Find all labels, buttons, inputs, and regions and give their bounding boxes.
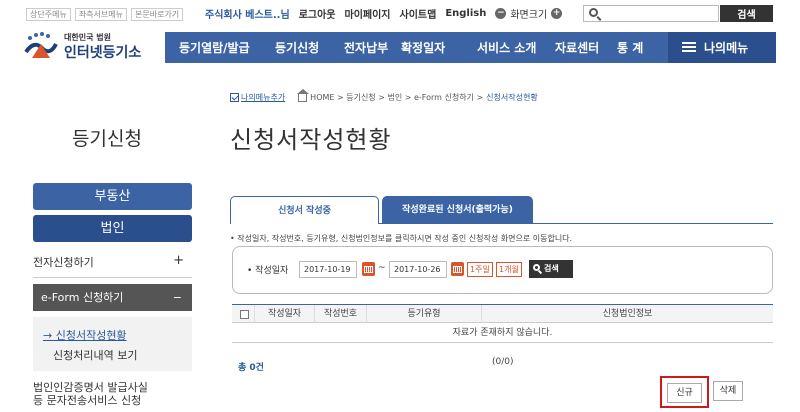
court-emblem-icon [24, 32, 58, 58]
new-button-highlight: 신규 [660, 376, 709, 408]
table-empty-row: 자료가 존재하지 않습니다. [232, 323, 773, 343]
sidebar-item-seal-sms-line2: 등 문자전송서비스 신청 [33, 394, 142, 407]
nav-item-e-payment[interactable]: 전자납부 [344, 39, 388, 56]
end-date-input[interactable]: 2017-10-26 [389, 261, 447, 278]
notice-text: • 작성일자, 작성번호, 등기유형, 신청법인정보를 클릭하시면 작성 중인 … [230, 234, 573, 243]
page-title: 신청서작성현황 [230, 126, 392, 154]
search-icon [533, 264, 540, 271]
delete-button[interactable]: 삭제 [713, 381, 743, 401]
zoom-control: − 화면크기 + [495, 6, 563, 21]
select-all-checkbox[interactable] [240, 310, 249, 319]
logo-name-text: 인터넷등기소 [64, 45, 142, 61]
zoom-in-icon[interactable]: + [551, 8, 563, 19]
logout-link[interactable]: 로그아웃 [299, 6, 336, 21]
nav-item-data-center[interactable]: 자료센터 [555, 39, 599, 56]
start-date-input[interactable]: 2017-10-19 [299, 261, 357, 278]
hamburger-icon [682, 42, 696, 53]
add-my-menu-link[interactable]: 나의메뉴추가 [230, 92, 285, 103]
submenu-item-history[interactable]: 신청처리내역 보기 [53, 347, 137, 363]
breadcrumb: 나의메뉴추가 HOME > 등기신청 > 법인 > e-Form 신청하기 > … [230, 88, 538, 103]
date-range-separator: ~ [378, 263, 386, 273]
tab-completed[interactable]: 작성완료된 신청서(출력가능) [382, 196, 533, 224]
col-created-date[interactable]: 작성일자 [255, 305, 315, 323]
select-all-cell [232, 305, 255, 323]
calendar-icon[interactable] [362, 262, 375, 276]
tab-in-progress[interactable]: 신청서 작성중 [230, 196, 379, 224]
skip-links: 상단주메뉴 좌측서브메뉴 본문바로가기 [26, 8, 184, 21]
sitemap-link[interactable]: 사이트맵 [400, 6, 437, 21]
mypage-link[interactable]: 마이페이지 [345, 6, 391, 21]
skip-link-top-menu[interactable]: 상단주메뉴 [26, 8, 71, 21]
tab-underline [379, 223, 773, 224]
table-header: 작성일자 작성번호 등기유형 신청법인정보 [232, 305, 773, 323]
nav-item-statistics[interactable]: 통 계 [617, 39, 643, 56]
utility-bar: 상단주메뉴 좌측서브메뉴 본문바로가기 주식회사 베스트..님 로그아웃 마이페… [0, 0, 800, 26]
pagination: (0/0) [492, 357, 514, 367]
filter-search-label: 검색 [544, 264, 559, 273]
col-corporation-info[interactable]: 신청법인정보 [482, 305, 773, 323]
sidebar-item-eform-label: e-Form 신청하기 [41, 291, 124, 304]
sidebar-item-corporation[interactable]: 법인 [33, 215, 192, 242]
col-registration-type[interactable]: 등기유형 [367, 305, 482, 323]
search-input[interactable] [604, 6, 714, 21]
expand-icon: + [173, 253, 184, 268]
new-button[interactable]: 신규 [667, 383, 702, 403]
user-links: 주식회사 베스트..님 로그아웃 마이페이지 사이트맵 English − 화면… [205, 6, 563, 21]
sidebar-item-real-estate[interactable]: 부동산 [33, 183, 192, 210]
search-button[interactable]: 검색 [720, 5, 773, 22]
nav-item-fixed-date[interactable]: 확정일자 [401, 39, 445, 56]
search-icon [589, 8, 598, 17]
user-name: 주식회사 베스트..님 [205, 10, 290, 21]
nav-item-registration[interactable]: 등기신청 [275, 39, 319, 56]
calendar-icon[interactable] [451, 262, 464, 276]
site-logo[interactable]: 대한민국 법원 인터넷등기소 [22, 28, 152, 64]
home-icon [297, 88, 310, 102]
sidebar-submenu: → 신청서작성현황 신청처리내역 보기 [33, 317, 192, 371]
checkbox-icon [230, 93, 239, 102]
sidebar-title: 등기신청 [72, 128, 142, 150]
sidebar-item-e-application-label: 전자신청하기 [33, 256, 94, 269]
total-count: 총 0건 [238, 363, 264, 373]
sidebar-item-eform[interactable]: e-Form 신청하기 − [33, 284, 192, 311]
sidebar-divider [33, 277, 192, 278]
application-table: 작성일자 작성번호 등기유형 신청법인정보 자료가 존재하지 않습니다. [232, 304, 773, 343]
one-week-button[interactable]: 1주일 [467, 262, 493, 277]
col-created-number[interactable]: 작성번호 [315, 305, 367, 323]
add-my-menu-label: 나의메뉴추가 [241, 93, 286, 102]
skip-link-side-menu[interactable]: 좌측서브메뉴 [74, 8, 127, 21]
zoom-label: 화면크기 [510, 10, 548, 21]
collapse-icon: − [172, 291, 182, 304]
filter-search-button[interactable]: 검색 [529, 260, 573, 278]
skip-link-content[interactable]: 본문바로가기 [130, 8, 184, 21]
sidebar-item-e-application[interactable]: 전자신청하기 + [33, 253, 192, 270]
zoom-out-icon[interactable]: − [495, 8, 507, 19]
nav-item-registry-view[interactable]: 등기열람/발급 [179, 39, 250, 56]
my-menu-button[interactable]: 나의메뉴 [668, 32, 776, 63]
date-filter-box: • 작성일자 2017-10-19 ~ 2017-10-26 1주일 1개월 검… [232, 246, 773, 294]
breadcrumb-current: 신청서작성현황 [486, 93, 538, 102]
english-link[interactable]: English [445, 8, 486, 19]
submenu-item-status[interactable]: → 신청서작성현황 [43, 327, 127, 343]
main-navigation: 등기열람/발급 등기신청 전자납부 확정일자 서비스 소개 자료센터 통 계 나… [165, 32, 776, 63]
my-menu-label: 나의메뉴 [704, 41, 749, 55]
nav-item-service-intro[interactable]: 서비스 소개 [477, 39, 536, 56]
sidebar-item-seal-sms[interactable]: 법인인감증명서 발급사실 등 문자전송서비스 신청 [33, 381, 192, 411]
date-filter-label: • 작성일자 [247, 266, 289, 276]
sidebar-item-seal-sms-line1: 법인인감증명서 발급사실 [33, 381, 148, 394]
breadcrumb-path[interactable]: HOME > 등기신청 > 법인 > e-Form 신청하기 > [310, 92, 483, 103]
one-month-button[interactable]: 1개월 [496, 262, 522, 277]
search-box [583, 5, 719, 22]
